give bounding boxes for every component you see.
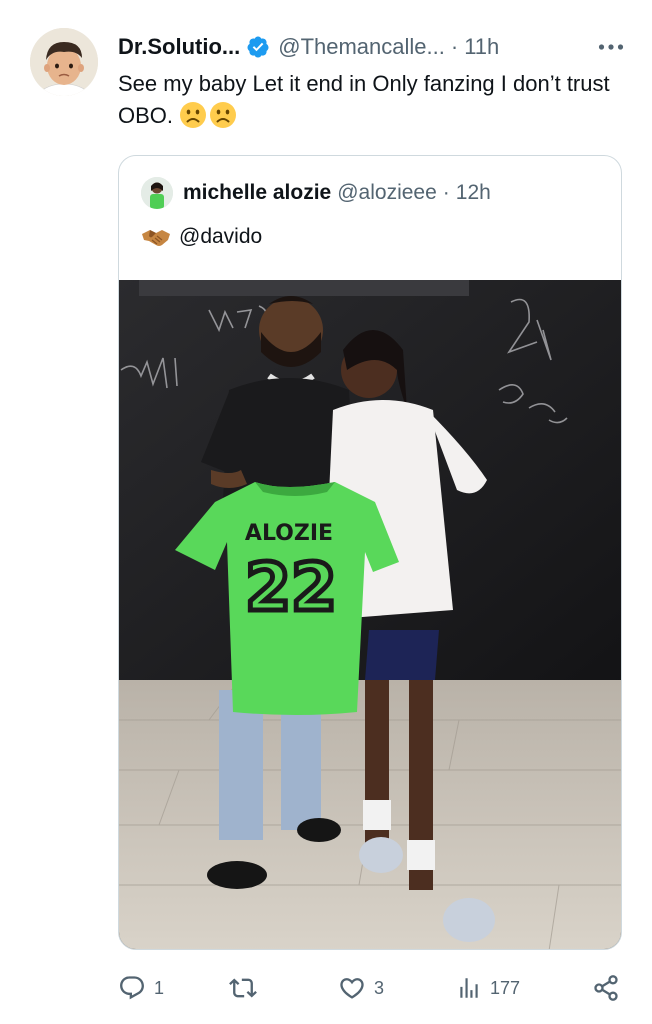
tweet-text: See my baby Let it end in Only fanzing I…: [118, 68, 618, 132]
separator-dot: ·: [450, 34, 459, 59]
author-avatar-image: [30, 28, 98, 96]
tweet-action-bar: 1 3 177: [118, 970, 628, 1006]
reply-button[interactable]: 1: [118, 970, 164, 1006]
tweet-timestamp[interactable]: 11h: [464, 34, 499, 60]
quoted-tweet-photo[interactable]: ALOZIE 22: [119, 280, 621, 949]
handshake-icon: [141, 226, 171, 248]
quoted-separator-dot: ·: [442, 181, 450, 204]
reply-icon: [120, 976, 144, 1000]
author-display-name[interactable]: Dr.Solutio...: [118, 34, 240, 60]
quoted-tweet-text: @davido: [141, 222, 262, 252]
more-dots-icon: [598, 44, 624, 50]
frowning-face-icon: [210, 102, 237, 128]
share-button[interactable]: [592, 970, 620, 1006]
quoted-avatar-image: [141, 177, 173, 209]
author-avatar[interactable]: [30, 28, 98, 96]
quoted-timestamp[interactable]: 12h: [456, 181, 491, 205]
author-handle[interactable]: @Themancalle...: [278, 34, 445, 60]
photo-scene: ALOZIE 22: [119, 280, 621, 949]
more-options-button[interactable]: [598, 32, 624, 62]
retweet-icon: [229, 978, 257, 998]
jersey-name: ALOZIE: [245, 521, 333, 546]
jersey-number: 22: [245, 549, 337, 626]
mention-link[interactable]: @davido: [179, 225, 262, 249]
quoted-display-name[interactable]: michelle alozie: [183, 181, 331, 205]
views-count: 177: [490, 977, 521, 998]
retweet-button[interactable]: [228, 970, 266, 1006]
tweet: Dr.Solutio... @Themancalle... · 11h See …: [0, 0, 652, 1024]
tweet-header: Dr.Solutio... @Themancalle... · 11h: [118, 32, 632, 62]
like-count: 3: [374, 977, 385, 998]
views-chart-icon: [460, 978, 478, 998]
reply-count: 1: [154, 977, 165, 998]
emoji-group: [179, 101, 237, 129]
quoted-tweet-card[interactable]: michelle alozie @alozieee · 12h @davido: [118, 155, 622, 950]
heart-icon: [340, 978, 364, 999]
verified-badge-icon: [247, 36, 269, 58]
frowning-face-icon: [180, 102, 207, 128]
quoted-handle[interactable]: @alozieee: [337, 181, 437, 205]
quoted-author-avatar[interactable]: [141, 177, 173, 209]
quoted-tweet-header: michelle alozie @alozieee · 12h: [141, 177, 491, 209]
like-button[interactable]: 3: [338, 970, 384, 1006]
views-button[interactable]: 177: [456, 970, 520, 1006]
share-icon: [594, 975, 618, 1001]
